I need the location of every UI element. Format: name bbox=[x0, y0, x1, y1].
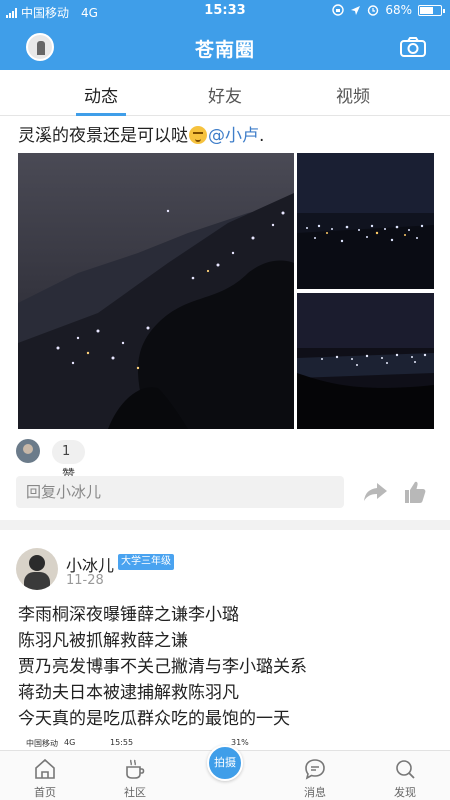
post-text: 灵溪的夜景还是可以哒 @小卢. bbox=[18, 121, 264, 146]
night-view-photo-large[interactable] bbox=[18, 153, 294, 429]
smirk-emoji-icon bbox=[189, 126, 207, 144]
post-line: 今天真的是吃瓜群众吃的最饱的一天 bbox=[18, 709, 290, 729]
embedded-battery: 31% bbox=[231, 738, 249, 747]
location-icon bbox=[351, 5, 361, 15]
nav-community-label: 社区 bbox=[124, 786, 146, 799]
nav-messages-label: 消息 bbox=[304, 786, 326, 799]
home-icon bbox=[35, 758, 55, 779]
status-bar: 中国移动 4G 15:33 68% bbox=[0, 0, 450, 22]
post-body-lines: 李雨桐深夜曝锤薛之谦李小璐 陈羽凡被抓解救薛之谦 贾乃亮发博事不关己撇清与李小璐… bbox=[18, 602, 307, 732]
bottom-nav: 首页 社区 拍摄 消息 发现 bbox=[0, 745, 450, 800]
page-title: 苍南圈 bbox=[194, 39, 255, 61]
embedded-network: 4G bbox=[64, 738, 76, 747]
post-suffix: . bbox=[259, 126, 265, 146]
post-line: 李雨桐深夜曝锤薛之谦李小璐 bbox=[18, 605, 239, 625]
chat-bubble-icon bbox=[305, 759, 325, 780]
tab-videos[interactable]: 视频 bbox=[336, 82, 370, 107]
alarm-icon bbox=[368, 5, 379, 16]
battery-percent: 68% bbox=[385, 3, 412, 17]
post-divider bbox=[0, 520, 450, 530]
nav-home[interactable]: 首页 bbox=[10, 751, 80, 800]
coffee-cup-icon bbox=[126, 759, 145, 779]
nav-discover-label: 发现 bbox=[394, 786, 416, 799]
search-icon bbox=[396, 760, 415, 779]
nav-community[interactable]: 社区 bbox=[100, 751, 170, 800]
nav-home-label: 首页 bbox=[34, 786, 56, 799]
capture-button[interactable]: 拍摄 bbox=[207, 745, 243, 781]
post-line: 蒋劲夫日本被逮捕解救陈羽凡 bbox=[18, 683, 239, 703]
post-line: 陈羽凡被抓解救薛之谦 bbox=[18, 631, 188, 651]
nav-discover[interactable]: 发现 bbox=[370, 751, 440, 800]
post-date: 11-28 bbox=[66, 573, 104, 588]
night-view-photo-top-right[interactable] bbox=[297, 153, 434, 289]
embedded-time: 15:55 bbox=[110, 738, 134, 747]
tab-feed[interactable]: 动态 bbox=[84, 82, 118, 107]
battery-icon bbox=[418, 4, 445, 16]
top-bar: 中国移动 4G 15:33 68% 苍南圈 bbox=[0, 0, 450, 70]
like-count[interactable]: 1赞 bbox=[52, 440, 85, 483]
thumbs-up-icon[interactable] bbox=[404, 480, 426, 504]
grade-badge: 大学三年级 bbox=[118, 554, 174, 570]
camera-icon[interactable] bbox=[400, 37, 426, 57]
post-line: 贾乃亮发博事不关己撇清与李小璐关系 bbox=[18, 657, 307, 677]
rotation-lock-icon bbox=[332, 4, 345, 16]
nav-messages[interactable]: 消息 bbox=[280, 751, 350, 800]
share-icon[interactable] bbox=[362, 480, 388, 504]
active-tab-indicator bbox=[76, 113, 126, 116]
reply-input[interactable]: 回复小冰儿 bbox=[16, 476, 344, 508]
tab-bar: 动态 好友 视频 bbox=[0, 70, 450, 116]
post-body: 灵溪的夜景还是可以哒 bbox=[18, 126, 188, 146]
night-view-photo-bottom-right[interactable] bbox=[297, 293, 434, 429]
mention-link[interactable]: @小卢 bbox=[208, 126, 259, 146]
tab-friends[interactable]: 好友 bbox=[208, 82, 242, 107]
liker-avatar[interactable] bbox=[16, 439, 40, 463]
author-avatar[interactable] bbox=[16, 548, 58, 590]
embedded-carrier: 中国移动 bbox=[26, 739, 58, 748]
